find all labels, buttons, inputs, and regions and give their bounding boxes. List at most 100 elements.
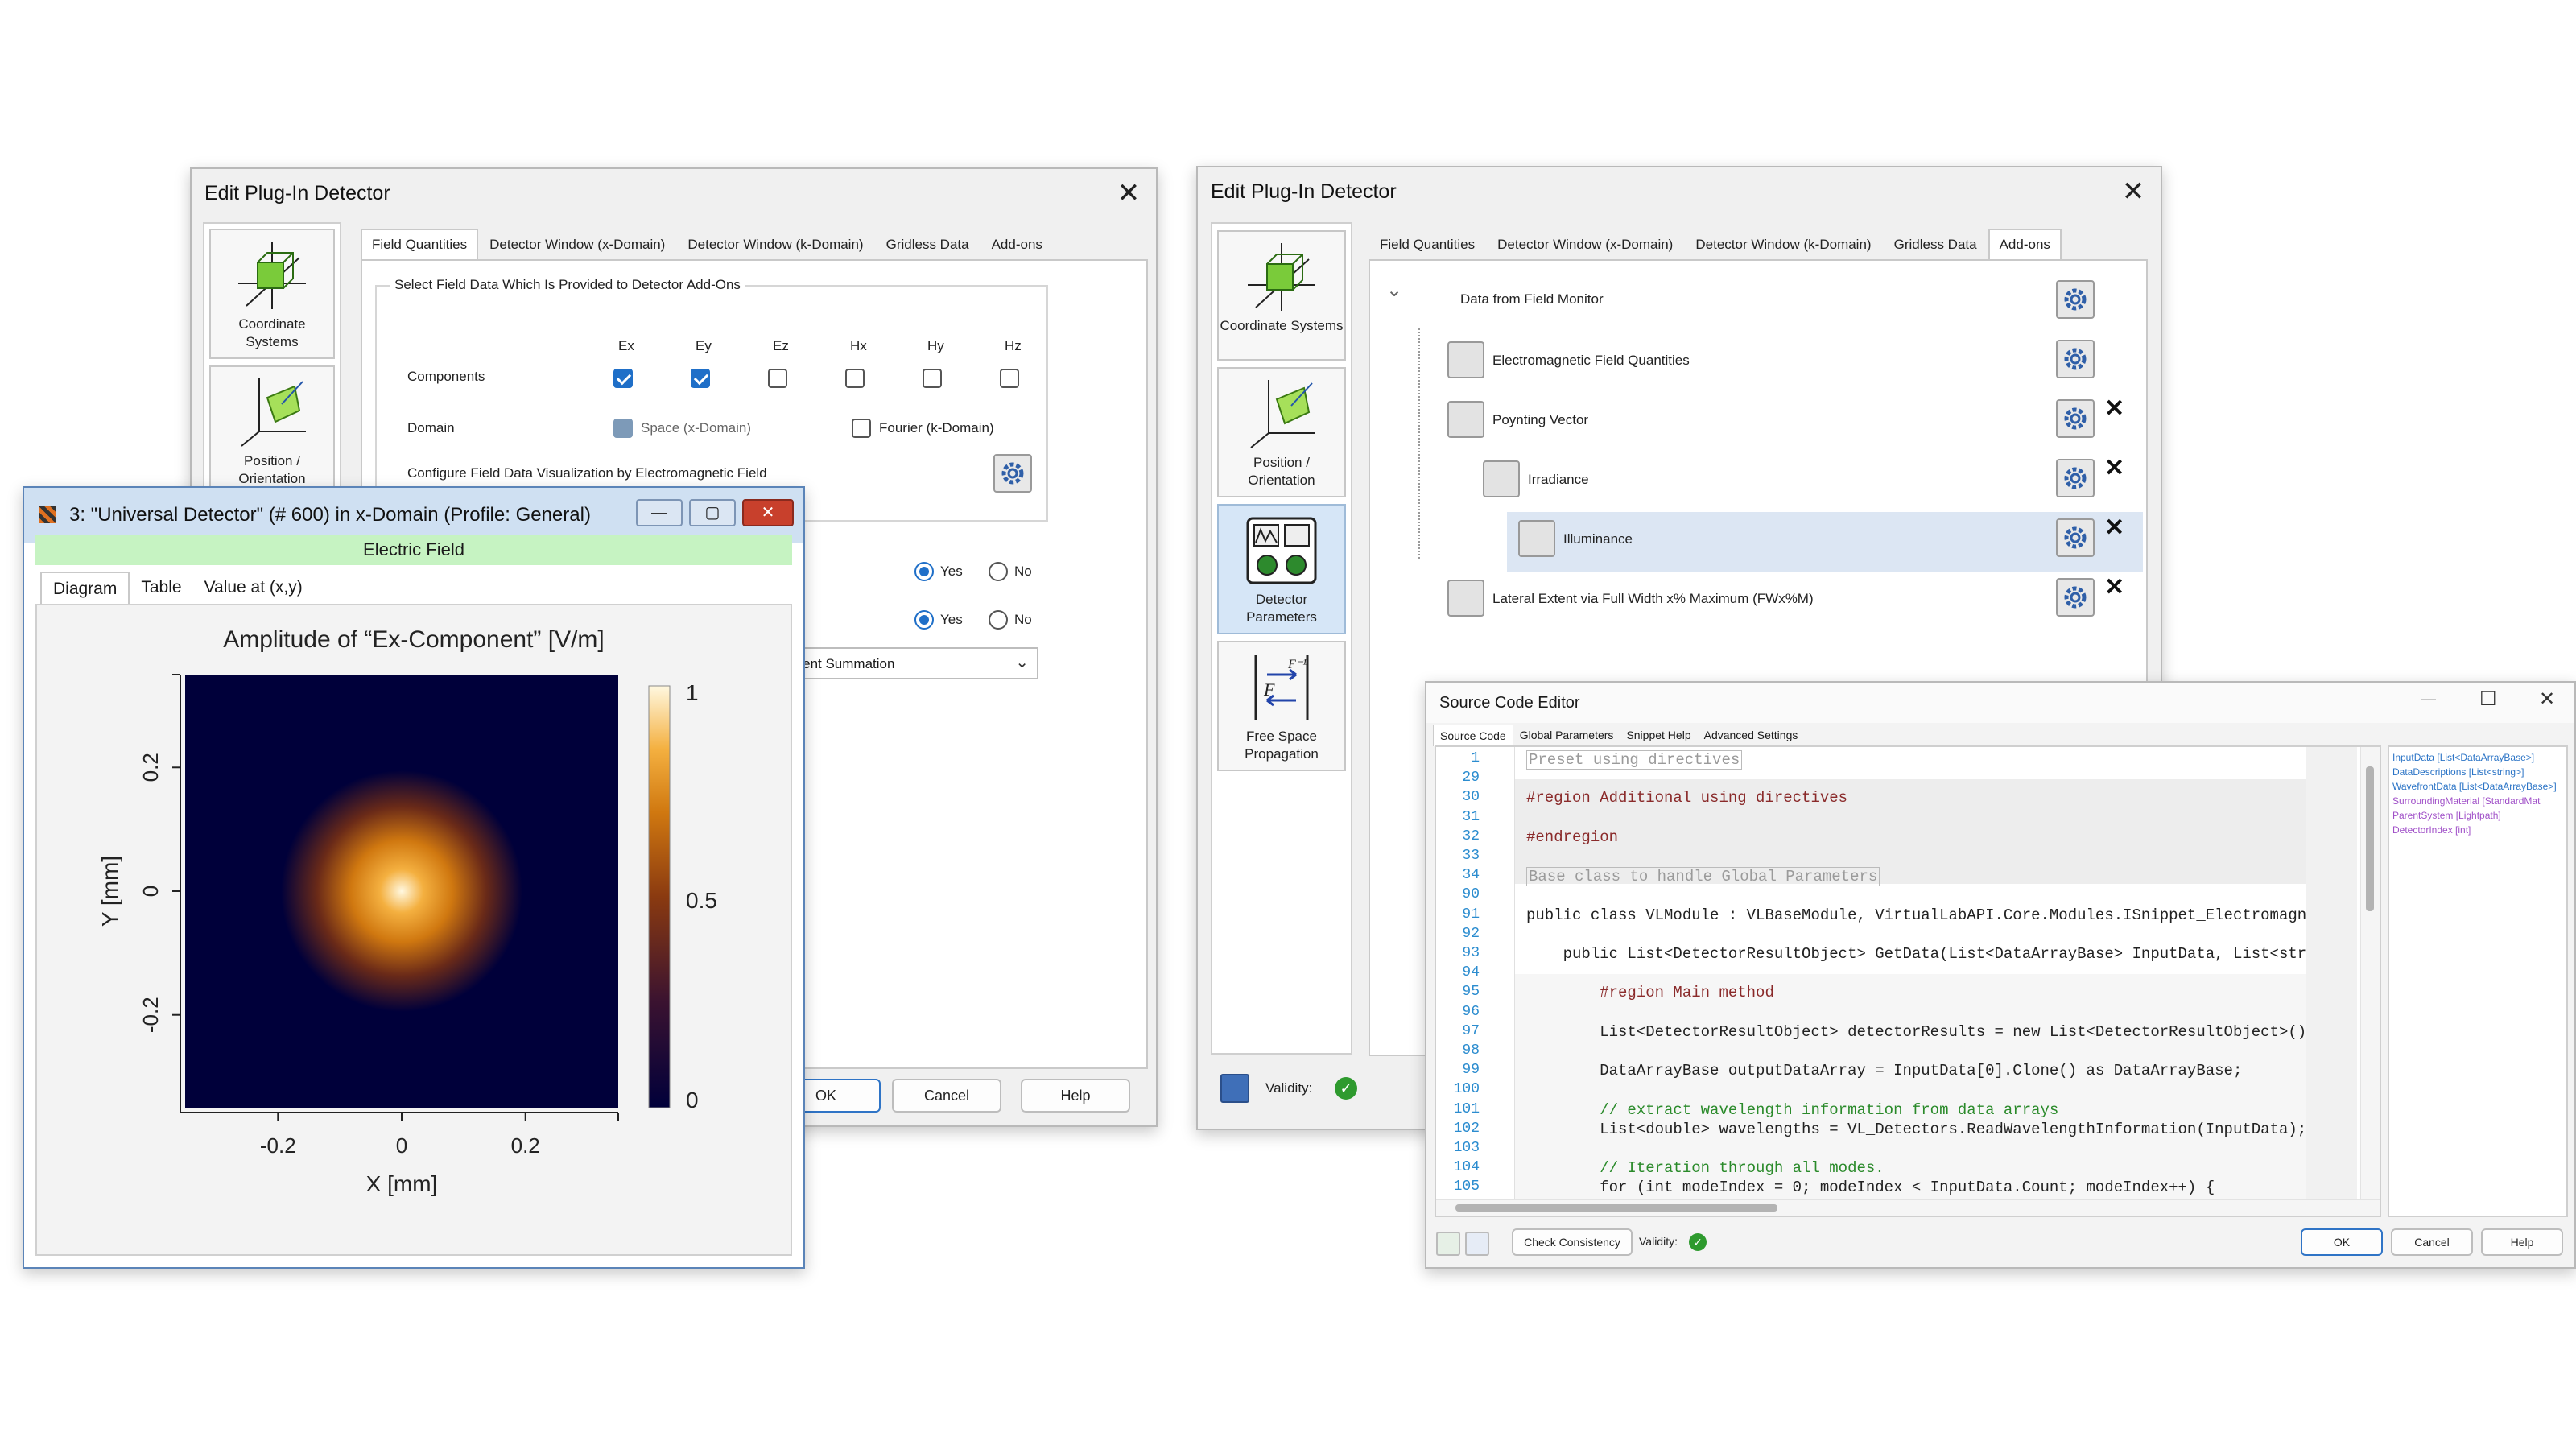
app-logo-icon xyxy=(39,506,56,523)
left-dialog-close-icon[interactable]: ✕ xyxy=(1111,175,1146,211)
radio-yes-2[interactable] xyxy=(914,610,934,630)
editor-help-button[interactable]: Help xyxy=(2481,1228,2563,1256)
checkbox-hz[interactable] xyxy=(1000,369,1019,388)
remove-illuminance-icon[interactable]: ✕ xyxy=(2104,514,2124,542)
x-tick-label: -0.2 xyxy=(260,1133,296,1158)
checkbox-ez[interactable] xyxy=(768,369,787,388)
left-dialog-title: Edit Plug-In Detector xyxy=(204,181,390,204)
em-field-gear-button[interactable] xyxy=(2056,340,2095,378)
tab-detector-window-k[interactable]: Detector Window (k-Domain) xyxy=(676,229,874,259)
tree-item-illuminance-label: Illuminance xyxy=(1563,531,1633,547)
gaussian-spot xyxy=(281,770,522,1012)
close-icon[interactable]: ✕ xyxy=(2539,687,2555,711)
sidebar-item-free-space-propagation[interactable]: F F⁻¹ Free Space Propagation xyxy=(1217,641,1346,771)
tab-gridless-data[interactable]: Gridless Data xyxy=(875,229,980,259)
tab-detector-window-k[interactable]: Detector Window (k-Domain) xyxy=(1684,229,1882,259)
checkbox-hy[interactable] xyxy=(923,369,942,388)
save-icon[interactable] xyxy=(1220,1074,1249,1103)
tab-field-quantities[interactable]: Field Quantities xyxy=(361,229,479,259)
tab-snippet-help[interactable]: Snippet Help xyxy=(1620,724,1697,746)
cancel-button[interactable]: Cancel xyxy=(892,1079,1001,1113)
remove-poynting-icon[interactable]: ✕ xyxy=(2104,394,2124,423)
sidebar-item-coordinate-systems[interactable]: Coordinate Systems xyxy=(1217,230,1346,361)
sidebar-label-position-orientation: Position / Orientation xyxy=(1248,455,1315,488)
tab-add-ons[interactable]: Add-ons xyxy=(980,229,1054,259)
illuminance-gear-button[interactable] xyxy=(2056,518,2095,557)
help-button[interactable]: Help xyxy=(1021,1079,1130,1113)
checkbox-ey[interactable] xyxy=(691,369,710,388)
tab-diagram[interactable]: Diagram xyxy=(40,572,130,605)
tab-add-ons[interactable]: Add-ons xyxy=(1988,229,2062,259)
right-dialog-close-icon[interactable]: ✕ xyxy=(2116,174,2151,209)
tab-detector-window-x[interactable]: Detector Window (x-Domain) xyxy=(1486,229,1684,259)
horizontal-scrollbar[interactable] xyxy=(1436,1199,2380,1216)
line-number: 102 xyxy=(1453,1120,1480,1137)
horizontal-scroll-thumb[interactable] xyxy=(1455,1204,1777,1212)
sidebar-label-detector-parameters: Detector Parameters xyxy=(1246,592,1317,625)
sidebar-item-position-orientation[interactable]: Position / Orientation xyxy=(1217,367,1346,497)
checkbox-space-domain[interactable] xyxy=(613,419,633,438)
minimize-icon[interactable]: — xyxy=(2421,691,2436,708)
side-item[interactable]: WavefrontData [List<DataArrayBase>] xyxy=(2392,779,2563,794)
side-item[interactable]: InputData [List<DataArrayBase>] xyxy=(2392,750,2563,765)
tree-guide-lines xyxy=(1418,328,1420,559)
checkbox-ex[interactable] xyxy=(613,369,633,388)
collapse-chevron-icon[interactable]: ⌄ xyxy=(1386,279,1402,302)
radio-yes-1[interactable] xyxy=(914,562,934,581)
side-item[interactable]: DataDescriptions [List<string>] xyxy=(2392,765,2563,779)
code-line: for (int modeIndex = 0; modeIndex < Inpu… xyxy=(1526,1179,2215,1197)
editor-ok-button[interactable]: OK xyxy=(2301,1228,2383,1256)
close-icon[interactable]: ✕ xyxy=(742,499,794,526)
line-number: 94 xyxy=(1462,964,1480,981)
line-number: 103 xyxy=(1453,1140,1480,1156)
sidebar-item-position-orientation[interactable]: Position / Orientation xyxy=(209,365,335,496)
tab-advanced-settings[interactable]: Advanced Settings xyxy=(1698,724,1805,746)
gear-icon xyxy=(2064,348,2087,370)
redo-icon[interactable] xyxy=(1465,1232,1489,1256)
maximize-icon[interactable]: ▢ xyxy=(689,499,736,526)
radio-no-1-label: No xyxy=(1014,564,1032,579)
remove-lateral-extent-icon[interactable]: ✕ xyxy=(2104,573,2124,601)
tab-field-quantities[interactable]: Field Quantities xyxy=(1368,229,1486,259)
code-line: // Iteration through all modes. xyxy=(1526,1159,1885,1178)
summation-dropdown[interactable]: erent Summation ⌄ xyxy=(789,647,1038,679)
check-consistency-button[interactable]: Check Consistency xyxy=(1512,1228,1633,1256)
side-item[interactable]: SurroundingMaterial [StandardMat xyxy=(2392,794,2563,808)
vertical-scrollbar[interactable] xyxy=(2360,747,2380,1216)
code-area[interactable]: 1 Preset using directives 29 30 #region Addi… xyxy=(1435,745,2381,1217)
editor-cancel-button[interactable]: Cancel xyxy=(2391,1228,2473,1256)
tab-value-at[interactable]: Value at (x,y) xyxy=(193,572,314,605)
checkbox-hx[interactable] xyxy=(845,369,865,388)
side-item[interactable]: ParentSystem [Lightpath] xyxy=(2392,808,2563,823)
tree-root-gear-button[interactable] xyxy=(2056,280,2095,319)
maximize-icon[interactable]: ☐ xyxy=(2479,687,2497,711)
tab-gridless-data[interactable]: Gridless Data xyxy=(1883,229,1988,259)
tab-global-parameters[interactable]: Global Parameters xyxy=(1513,724,1620,746)
tab-table[interactable]: Table xyxy=(130,572,192,605)
lateral-extent-gear-button[interactable] xyxy=(2056,578,2095,617)
configure-visualization-button[interactable] xyxy=(993,454,1032,493)
sidebar-item-detector-parameters[interactable]: Detector Parameters xyxy=(1217,504,1346,634)
code-line: Preset using directives xyxy=(1526,750,1743,770)
undo-icon[interactable] xyxy=(1436,1232,1460,1256)
checkbox-fourier-domain[interactable] xyxy=(852,419,871,438)
line-number: 98 xyxy=(1462,1042,1480,1059)
poynting-gear-button[interactable] xyxy=(2056,399,2095,438)
minimize-icon[interactable]: — xyxy=(636,499,683,526)
side-item[interactable]: DetectorIndex [int] xyxy=(2392,823,2563,837)
radio-no-2[interactable] xyxy=(989,610,1008,630)
remove-irradiance-icon[interactable]: ✕ xyxy=(2104,454,2124,482)
component-header-ez: Ez xyxy=(773,338,789,353)
line-number: 30 xyxy=(1462,789,1480,806)
tab-source-code[interactable]: Source Code xyxy=(1433,724,1513,746)
free-space-propagation-icon: F F⁻¹ xyxy=(1254,655,1309,720)
radio-no-1[interactable] xyxy=(989,562,1008,581)
tab-detector-window-x[interactable]: Detector Window (x-Domain) xyxy=(478,229,676,259)
radio-no-2-label: No xyxy=(1014,612,1032,627)
minimap xyxy=(2306,747,2357,1216)
tree-item-poynting-label: Poynting Vector xyxy=(1492,412,1589,427)
irradiance-gear-button[interactable] xyxy=(2056,459,2095,497)
sidebar-item-coordinate-systems[interactable]: Coordinate Systems xyxy=(209,229,335,359)
right-dialog-sidebar: Coordinate Systems Position / Orientatio… xyxy=(1211,222,1352,1055)
vertical-scroll-thumb[interactable] xyxy=(2366,766,2374,911)
